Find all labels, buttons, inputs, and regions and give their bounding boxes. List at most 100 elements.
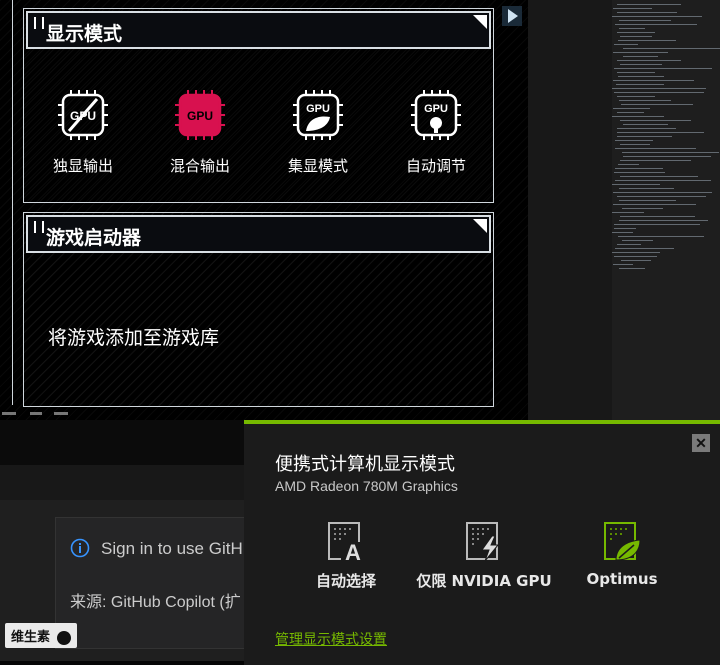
watermark-badge-icon xyxy=(56,630,71,645)
code-line xyxy=(617,12,677,13)
code-line xyxy=(620,64,662,65)
optimus-icon xyxy=(602,522,642,562)
code-line xyxy=(615,180,711,181)
nvidia-display-mode-popup: ✕ 便携式计算机显示模式 AMD Radeon 780M Graphics A … xyxy=(244,420,720,665)
code-line xyxy=(618,164,639,165)
code-line xyxy=(616,84,664,85)
code-line xyxy=(620,216,695,217)
code-line xyxy=(615,140,653,141)
code-line xyxy=(623,48,720,49)
option-label: 仅限 NVIDIA GPU xyxy=(416,572,552,590)
code-line xyxy=(612,252,660,253)
corner-decoration xyxy=(473,219,487,233)
close-button[interactable]: ✕ xyxy=(692,434,710,452)
code-line xyxy=(617,132,704,133)
code-line xyxy=(619,20,671,21)
code-line xyxy=(623,56,658,57)
gpu-eco-icon: GPU xyxy=(292,89,344,141)
auto-select-icon: A xyxy=(326,522,366,565)
code-line xyxy=(623,156,711,157)
code-line xyxy=(621,260,651,261)
code-line xyxy=(622,152,719,153)
code-line xyxy=(619,188,674,189)
manage-display-mode-link[interactable]: 管理显示模式设置 xyxy=(275,629,387,649)
corner-decoration xyxy=(473,15,487,29)
code-line xyxy=(613,80,694,81)
notification-source: 来源: GitHub Copilot (扩 xyxy=(70,594,241,611)
mode-optimized[interactable]: GPU 自动调节 xyxy=(391,89,481,176)
code-line xyxy=(612,16,702,17)
code-line xyxy=(622,240,653,241)
gpu-ultimate-icon: GPU xyxy=(57,89,109,141)
watermark-text: 维生素 xyxy=(11,630,51,645)
code-line xyxy=(612,184,660,185)
code-line xyxy=(612,116,664,117)
watermark-logo: 维生素 xyxy=(5,623,77,648)
code-line xyxy=(619,28,645,29)
mode-standard[interactable]: GPU 混合输出 xyxy=(155,89,245,176)
info-icon xyxy=(70,538,90,558)
mode-label: 独显输出 xyxy=(52,157,113,175)
expand-arrow-button[interactable] xyxy=(502,6,522,26)
bracket-decoration xyxy=(34,17,44,29)
display-mode-title: 显示模式 xyxy=(46,23,123,45)
code-line xyxy=(618,236,704,237)
code-line xyxy=(618,40,676,41)
code-editor-minimap xyxy=(528,0,720,420)
code-line xyxy=(621,104,693,105)
option-label: Optimus xyxy=(586,570,658,588)
code-lines xyxy=(612,0,720,420)
code-line xyxy=(617,60,681,61)
code-line xyxy=(617,96,655,97)
code-line xyxy=(618,76,664,77)
add-games-link[interactable]: 将游戏添加至游戏库 xyxy=(48,323,219,350)
chevron-right-icon xyxy=(508,9,518,23)
game-launcher-header: 游戏启动器 xyxy=(26,215,491,253)
code-line xyxy=(615,24,697,25)
code-line xyxy=(614,44,638,45)
game-launcher-title: 游戏启动器 xyxy=(46,227,142,249)
code-line xyxy=(619,268,645,269)
code-line xyxy=(619,200,676,201)
mode-ultimate[interactable]: GPU 独显输出 xyxy=(38,89,128,176)
mode-label: 集显模式 xyxy=(287,157,348,175)
svg-text:A: A xyxy=(345,540,361,562)
popup-title: 便携式计算机显示模式 xyxy=(275,454,455,475)
code-line xyxy=(617,136,672,137)
armoury-crate-panel: 显示模式 GPU 独显输出 GPU 混合 xyxy=(0,0,528,420)
display-mode-header: 显示模式 xyxy=(26,11,491,49)
code-line xyxy=(613,192,712,193)
code-line xyxy=(613,264,633,265)
copilot-notification: Sign in to use GitH 来源: GitHub Copilot (… xyxy=(55,517,257,649)
code-line xyxy=(614,224,700,225)
bracket-decoration xyxy=(34,221,44,233)
code-line xyxy=(617,196,706,197)
code-line xyxy=(620,36,652,37)
code-line xyxy=(617,244,641,245)
code-line xyxy=(614,68,712,69)
code-line xyxy=(620,120,691,121)
svg-text:GPU: GPU xyxy=(424,103,448,115)
option-auto-select[interactable]: A 自动选择 xyxy=(306,522,386,591)
code-line xyxy=(620,176,698,177)
code-line xyxy=(612,212,644,213)
code-line xyxy=(620,160,691,161)
game-launcher-card: 游戏启动器 将游戏添加至游戏库 xyxy=(23,212,494,407)
mode-eco[interactable]: GPU 集显模式 xyxy=(273,89,363,176)
code-line xyxy=(613,52,668,53)
signin-message[interactable]: Sign in to use GitH xyxy=(101,539,243,559)
code-line xyxy=(617,4,681,5)
option-nvidia-only[interactable]: 仅限 NVIDIA GPU xyxy=(410,522,558,591)
code-line xyxy=(614,256,657,257)
mode-label: 混合输出 xyxy=(169,157,230,175)
code-line xyxy=(620,144,650,145)
option-optimus[interactable]: Optimus xyxy=(580,522,664,588)
code-line xyxy=(612,232,633,233)
editor-gutter xyxy=(528,0,612,420)
svg-text:GPU: GPU xyxy=(306,103,330,115)
code-line xyxy=(615,248,674,249)
mode-label: 自动调节 xyxy=(405,157,466,175)
code-line xyxy=(617,128,676,129)
code-line xyxy=(615,148,696,149)
nvidia-only-icon xyxy=(464,522,504,562)
